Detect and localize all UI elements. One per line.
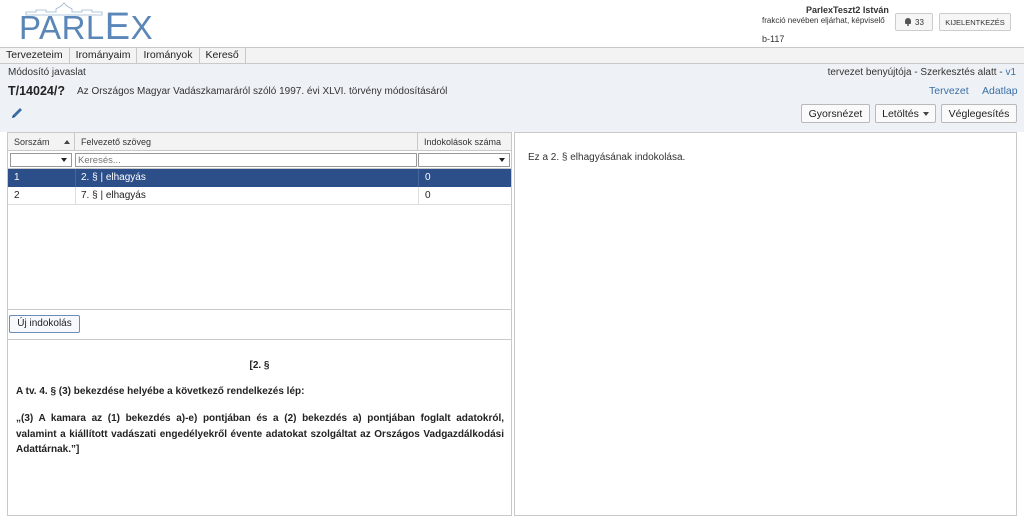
table-row[interactable]: 1 2. § | elhagyás 0 xyxy=(8,169,511,187)
column-header-sorszam[interactable]: Sorszám xyxy=(8,133,75,151)
user-role: frakció nevében eljárhat, képviselő xyxy=(762,16,885,25)
sort-asc-icon xyxy=(64,140,70,144)
logo-text: PARLEX xyxy=(19,6,154,48)
finalize-button[interactable]: Véglegesítés xyxy=(941,104,1017,123)
download-button[interactable]: Letöltés xyxy=(875,104,936,123)
parlex-logo[interactable]: PARLEX xyxy=(16,2,153,46)
section-heading: [2. § xyxy=(249,360,270,371)
justification-panel: Ez a 2. § elhagyásának indokolása. xyxy=(514,132,1017,516)
app-header: PARLEX ParlexTeszt2 István frakció nevéb… xyxy=(0,0,1024,47)
logout-button[interactable]: KIJELENTKEZÉS xyxy=(939,13,1011,31)
menu-item-tervezeteim[interactable]: Tervezeteim xyxy=(0,48,70,63)
indokolasok-filter-select[interactable] xyxy=(418,153,510,167)
bell-icon xyxy=(904,18,912,26)
amendment-text-preview: [2. § A tv. 4. § (3) bekezdése helyébe a… xyxy=(8,339,511,516)
column-header-felvezeto[interactable]: Felvezető szöveg xyxy=(75,133,418,151)
document-title: Az Országos Magyar Vadászkamaráról szóló… xyxy=(77,86,448,97)
grid-filter-row xyxy=(8,151,511,169)
new-justification-button[interactable]: Új indokolás xyxy=(9,315,80,333)
main-menu: Tervezeteim Irományaim Irományok Kereső xyxy=(0,47,1024,64)
grid-header: Sorszám Felvezető szöveg Indokolások szá… xyxy=(8,133,511,151)
sorszam-filter-select[interactable] xyxy=(10,153,72,167)
notifications-button[interactable]: 33 xyxy=(895,13,933,31)
menu-item-iranyok[interactable]: Irományok xyxy=(137,48,200,63)
amendment-body: „(3) A kamara az (1) bekezdés a)-e) pont… xyxy=(16,413,504,455)
document-id: T/14024/? xyxy=(8,84,65,98)
version-link[interactable]: v1 xyxy=(1005,67,1016,78)
document-status: tervezet benyújtója - Szerkesztés alatt … xyxy=(827,67,1016,78)
menu-item-iranyaim[interactable]: Irományaim xyxy=(70,48,138,63)
user-name: ParlexTeszt2 István xyxy=(806,5,889,15)
quick-view-button[interactable]: Gyorsnézet xyxy=(801,104,870,123)
table-row[interactable]: 2 7. § | elhagyás 0 xyxy=(8,187,511,205)
document-type: Módosító javaslat xyxy=(8,67,86,78)
pencil-icon[interactable] xyxy=(10,106,24,120)
amendment-intro: A tv. 4. § (3) bekezdése helyébe a követ… xyxy=(16,386,305,397)
column-header-indokolasok[interactable]: Indokolások száma xyxy=(418,133,511,151)
grid-divider xyxy=(8,309,511,310)
adatlap-link[interactable]: Adatlap xyxy=(982,85,1018,97)
justification-text[interactable]: Ez a 2. § elhagyásának indokolása. xyxy=(528,152,685,163)
amendment-list-panel: Sorszám Felvezető szöveg Indokolások szá… xyxy=(7,132,512,516)
room-number: b-117 xyxy=(762,34,785,44)
chevron-down-icon xyxy=(61,158,67,162)
chevron-down-icon xyxy=(499,158,505,162)
menu-item-kereso[interactable]: Kereső xyxy=(200,48,246,63)
chevron-down-icon xyxy=(922,111,929,116)
document-header: Módosító javaslat tervezet benyújtója - … xyxy=(0,64,1024,132)
notification-count: 33 xyxy=(915,17,924,27)
tervezet-link[interactable]: Tervezet xyxy=(929,85,969,97)
search-input[interactable] xyxy=(75,153,417,167)
